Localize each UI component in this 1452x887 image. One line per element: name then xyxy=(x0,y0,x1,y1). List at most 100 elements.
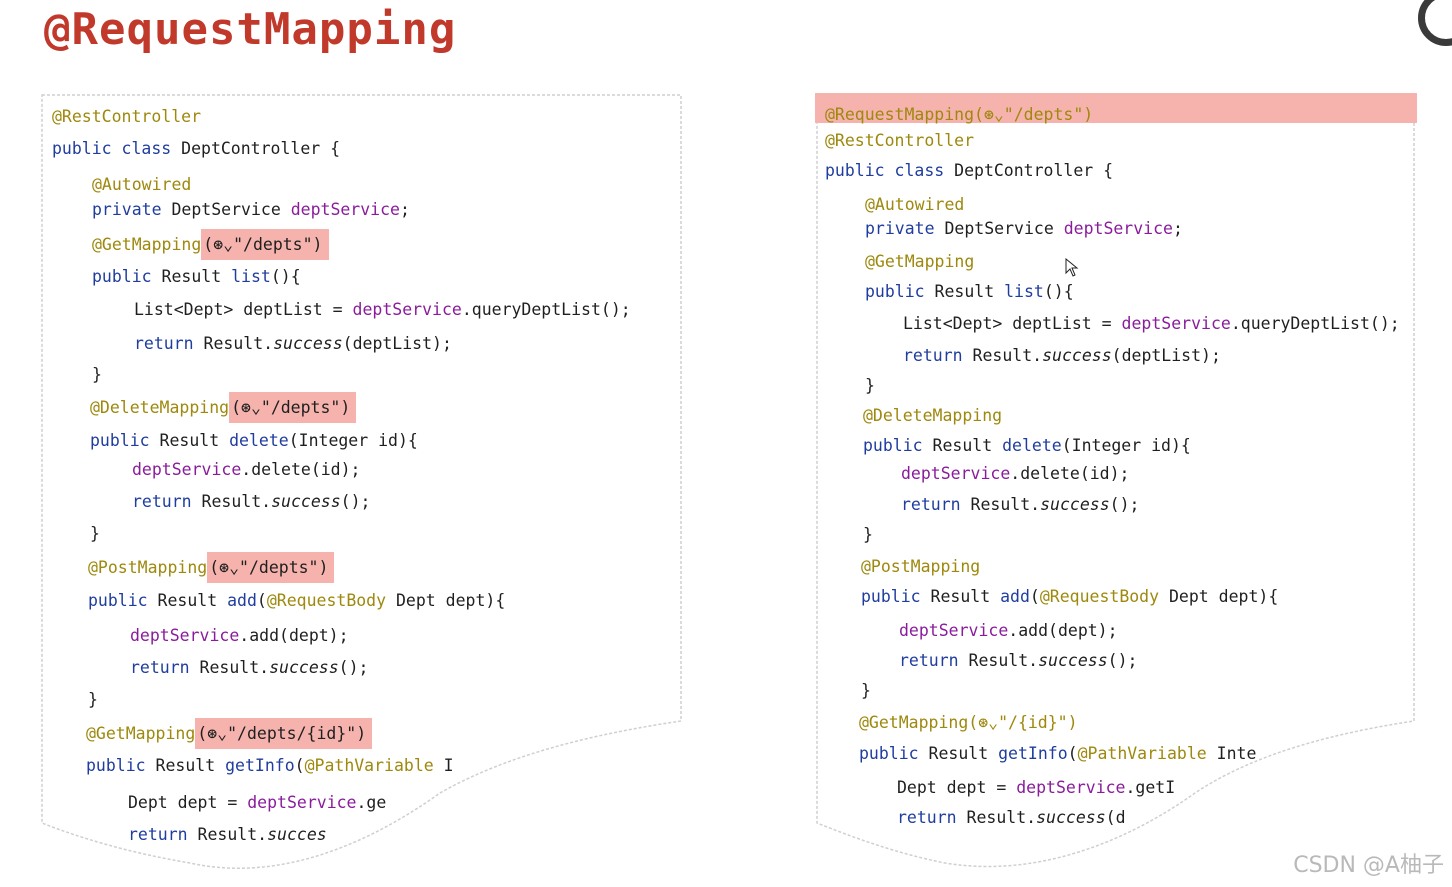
code-line: List<Dept> deptList = deptService.queryD… xyxy=(903,314,1400,334)
code-token: deptService xyxy=(899,621,1009,640)
code-token: Dept dept){ xyxy=(1168,587,1279,606)
code-token: Result xyxy=(159,431,230,450)
code-token: @PostMapping xyxy=(861,557,981,576)
code-line: public Result delete(Integer id){ xyxy=(863,436,1191,456)
code-token: (); xyxy=(338,658,369,677)
code-token: @Autowired xyxy=(92,175,192,194)
code-token: public class xyxy=(52,139,182,158)
code-token: } xyxy=(88,690,98,709)
code-line: public Result add(@RequestBody Dept dept… xyxy=(88,591,505,611)
code-token: List<Dept> deptList = xyxy=(134,300,353,319)
code-token: } xyxy=(865,376,875,395)
code-token: delete xyxy=(229,431,289,450)
code-token: (d xyxy=(1105,808,1126,827)
code-line: public Result list(){ xyxy=(92,267,301,287)
code-token: deptService xyxy=(290,200,400,219)
code-token: .queryDeptList(); xyxy=(461,300,631,319)
code-token: ( xyxy=(256,591,267,610)
code-token: Result xyxy=(157,591,228,610)
highlighted-token: (⊛⌄"/depts") xyxy=(201,229,329,260)
code-line: List<Dept> deptList = deptService.queryD… xyxy=(134,300,631,320)
code-token: @PostMapping xyxy=(88,558,208,577)
code-token: deptService xyxy=(132,460,242,479)
code-token: } xyxy=(90,524,100,543)
code-token: DeptService xyxy=(944,219,1064,238)
code-token: @RestController xyxy=(52,107,202,126)
page-title: @RequestMapping xyxy=(44,4,457,55)
mouse-cursor-icon xyxy=(1065,258,1079,277)
code-token: return xyxy=(132,492,202,511)
code-token: .ge xyxy=(356,793,387,812)
code-line: } xyxy=(90,524,100,544)
code-token: delete xyxy=(1002,436,1062,455)
code-line: public class DeptController { xyxy=(52,139,340,159)
code-token: .add(dept); xyxy=(1008,621,1118,640)
code-token: Result xyxy=(155,756,226,775)
code-token: add xyxy=(1000,587,1030,606)
code-line: @GetMapping xyxy=(865,252,974,272)
code-token: getInfo xyxy=(998,744,1068,763)
code-token: return xyxy=(134,334,204,353)
code-line: @Autowired xyxy=(92,175,191,195)
code-token: deptService xyxy=(130,626,240,645)
code-token: succes xyxy=(267,825,327,844)
code-token: (); xyxy=(340,492,371,511)
highlighted-token: (⊛⌄"/depts") xyxy=(207,552,335,583)
code-line: } xyxy=(88,690,98,710)
code-token: Result. xyxy=(970,495,1041,514)
code-token: (Integer id){ xyxy=(1061,436,1191,455)
code-line: } xyxy=(863,525,873,545)
code-token: return xyxy=(899,651,969,670)
code-token: private xyxy=(92,200,172,219)
code-token: } xyxy=(863,525,873,544)
code-token: Result. xyxy=(199,658,270,677)
code-line: } xyxy=(861,681,871,701)
code-line: Dept dept = deptService.getI xyxy=(897,778,1175,798)
code-line: private DeptService deptService; xyxy=(92,200,410,220)
code-token: Result. xyxy=(197,825,268,844)
code-token: (deptList); xyxy=(1111,346,1221,365)
code-line: deptService.add(dept); xyxy=(130,626,349,646)
code-token: @RequestBody xyxy=(1039,587,1169,606)
code-line: return Result.success(); xyxy=(901,495,1139,515)
code-token: (deptList); xyxy=(342,334,452,353)
code-token: return xyxy=(897,808,967,827)
code-token: @GetMapping xyxy=(92,235,202,254)
code-token: @GetMapping(⊛⌄"/{id}") xyxy=(859,713,1078,732)
code-token: add xyxy=(227,591,257,610)
code-token: Result. xyxy=(968,651,1039,670)
code-token: (){ xyxy=(270,267,301,286)
code-line: @DeleteMapping xyxy=(863,406,1002,426)
code-line: private DeptService deptService; xyxy=(865,219,1183,239)
code-token: public xyxy=(861,587,931,606)
code-token: .getI xyxy=(1125,778,1176,797)
code-token: .queryDeptList(); xyxy=(1230,314,1400,333)
code-token: (); xyxy=(1109,495,1140,514)
code-token: return xyxy=(130,658,200,677)
code-line: } xyxy=(92,365,102,385)
code-line: public Result getInfo(@PathVariable Inte xyxy=(859,744,1256,764)
code-token: ( xyxy=(294,756,305,775)
code-token: return xyxy=(901,495,971,514)
code-token: ( xyxy=(1029,587,1040,606)
code-token: Result. xyxy=(201,492,272,511)
code-token: success xyxy=(271,492,341,511)
code-token: Result xyxy=(928,744,999,763)
code-token: } xyxy=(861,681,871,700)
code-token: @RequestBody xyxy=(266,591,396,610)
code-token: public xyxy=(863,436,933,455)
code-token: ; xyxy=(399,200,410,219)
code-token: @GetMapping xyxy=(86,724,196,743)
code-panel-right: @RequestMapping(⊛⌄"/depts") @RestControll… xyxy=(815,93,1417,873)
code-line: return Result.succes xyxy=(128,825,327,845)
code-token: success xyxy=(1040,495,1110,514)
code-token: success xyxy=(269,658,339,677)
code-token: (){ xyxy=(1043,282,1074,301)
code-token: @Autowired xyxy=(865,195,965,214)
code-line: public Result getInfo(@PathVariable I xyxy=(86,756,454,776)
code-line: return Result.success(); xyxy=(899,651,1137,671)
code-token: Result xyxy=(934,282,1005,301)
corner-logo-icon xyxy=(1418,0,1452,46)
code-line: } xyxy=(865,376,875,396)
code-line: @RequestMapping(⊛⌄"/depts") xyxy=(825,105,1093,125)
